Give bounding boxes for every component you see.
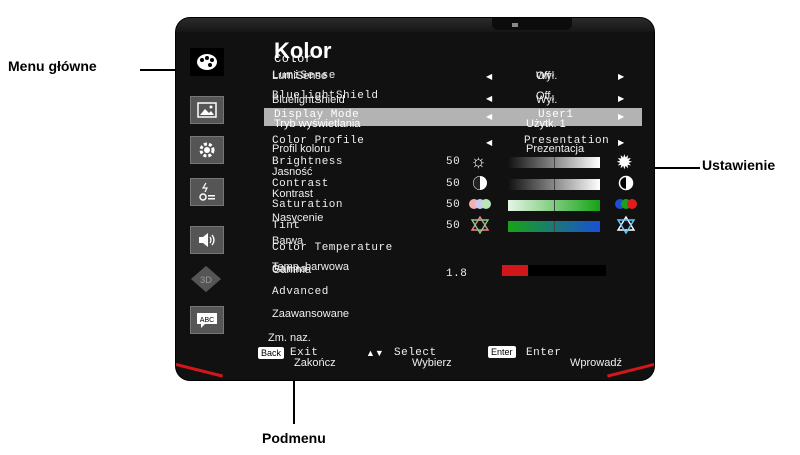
row-label-pl: Zaawansowane bbox=[272, 308, 350, 320]
back-key-badge[interactable]: Back bbox=[258, 347, 285, 359]
osd-tab-notch bbox=[492, 18, 572, 30]
enter-label-en: Enter bbox=[526, 347, 562, 359]
brightness-low-icon: ☼ bbox=[470, 151, 487, 171]
saturation-high-icon bbox=[615, 199, 637, 209]
row-label-pl: LumiSense bbox=[272, 70, 328, 82]
row-number: 50 bbox=[446, 178, 461, 190]
row-number: 50 bbox=[446, 156, 461, 168]
row-label-en[interactable]: Tint bbox=[272, 220, 300, 232]
contrast-slider[interactable] bbox=[508, 179, 600, 190]
row-label-pl: Jasność bbox=[272, 166, 313, 178]
row-number: 1.8 bbox=[446, 268, 468, 280]
row-label-en[interactable]: Advanced bbox=[272, 286, 329, 298]
setting-callout: Ustawienie bbox=[702, 157, 776, 173]
left-arrow-icon[interactable]: ◀ bbox=[486, 94, 492, 103]
brightness-slider[interactable] bbox=[508, 157, 600, 168]
left-arrow-icon[interactable]: ◀ bbox=[486, 112, 492, 121]
main-menu-callout: Menu główne bbox=[8, 58, 97, 74]
audio-icon bbox=[199, 233, 215, 247]
sidebar-color[interactable] bbox=[190, 48, 224, 76]
3d-icon: 3D bbox=[190, 265, 222, 293]
input-icon bbox=[199, 182, 215, 201]
right-arrow-icon[interactable]: ▶ bbox=[618, 138, 624, 147]
row-value-pl: Wył. bbox=[536, 94, 558, 106]
row-value-pl: Wył. bbox=[536, 70, 558, 82]
contrast-high-icon bbox=[618, 175, 634, 191]
sidebar-language[interactable]: ABC bbox=[190, 306, 224, 334]
right-arrow-icon[interactable]: ▶ bbox=[618, 112, 624, 121]
right-arrow-icon[interactable]: ▶ bbox=[618, 94, 624, 103]
saturation-slider[interactable] bbox=[508, 200, 600, 211]
row-label-en[interactable]: Color Temperature bbox=[272, 242, 393, 254]
tint-slider[interactable] bbox=[508, 221, 600, 232]
right-arrow-icon[interactable]: ▶ bbox=[618, 72, 624, 81]
exit-label-pl: Zakończ bbox=[294, 357, 336, 369]
row-number: 50 bbox=[446, 199, 461, 211]
sidebar-audio[interactable] bbox=[190, 226, 224, 254]
row-label-pl[interactable]: Zm. naz. bbox=[268, 332, 311, 344]
row-label-pl: Gamma bbox=[272, 264, 312, 276]
row-value-pl: Użytk. 1 bbox=[526, 118, 566, 130]
palette-icon bbox=[197, 54, 217, 70]
svg-text:ABC: ABC bbox=[200, 317, 214, 324]
language-icon: ABC bbox=[197, 313, 217, 328]
row-label-pl: Profil koloru bbox=[272, 143, 331, 155]
gear-icon bbox=[199, 142, 215, 158]
saturation-low-icon bbox=[469, 199, 491, 209]
gamma-slider-fill bbox=[502, 265, 528, 276]
enter-key-badge[interactable]: Enter bbox=[488, 346, 516, 358]
enter-label-pl: Wprowadź bbox=[570, 357, 622, 369]
row-value-pl: Prezentacja bbox=[526, 143, 585, 155]
brightness-high-icon: ✹ bbox=[616, 152, 633, 174]
left-arrow-icon[interactable]: ◀ bbox=[486, 138, 492, 147]
row-label-pl: Tryb wyświetlania bbox=[274, 118, 361, 130]
row-number: 50 bbox=[446, 220, 461, 232]
tint-low-icon bbox=[470, 215, 490, 235]
osd-window: 3D ABC Kolor Color LumiSense LumiSense ◀… bbox=[176, 18, 654, 380]
left-arrow-icon[interactable]: ◀ bbox=[486, 72, 492, 81]
sidebar-3d[interactable]: 3D bbox=[190, 265, 222, 293]
osd-top-bezel bbox=[176, 18, 654, 32]
tint-high-icon bbox=[616, 215, 636, 235]
sidebar-settings[interactable] bbox=[190, 136, 224, 164]
row-label-pl: BluelightShield bbox=[272, 94, 345, 106]
contrast-low-icon bbox=[473, 176, 487, 190]
image-icon bbox=[197, 102, 217, 118]
up-down-arrows-icon: ▲▼ bbox=[366, 348, 384, 358]
svg-text:3D: 3D bbox=[200, 274, 212, 285]
gamma-slider[interactable] bbox=[502, 265, 606, 276]
select-label-pl: Wybierz bbox=[412, 357, 452, 369]
page-title-en: Color bbox=[274, 52, 313, 66]
sidebar-image[interactable] bbox=[190, 96, 224, 124]
sidebar-input[interactable] bbox=[190, 178, 224, 206]
red-accent-left bbox=[176, 363, 223, 378]
submenu-callout: Podmenu bbox=[262, 430, 326, 446]
osd-tab-indicator bbox=[512, 23, 518, 27]
row-label-en[interactable]: Saturation bbox=[272, 199, 343, 211]
